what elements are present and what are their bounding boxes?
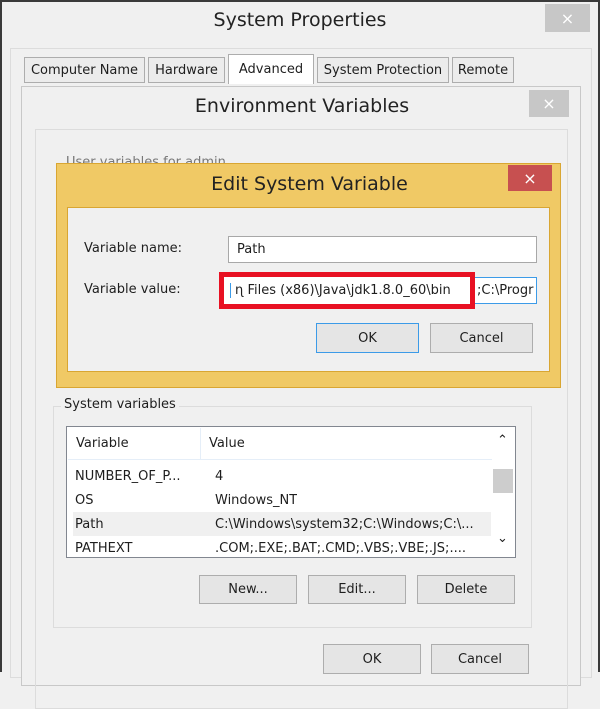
close-icon: ×: [560, 8, 575, 28]
variable-name-label: Variable name:: [84, 241, 183, 256]
highlighted-path-value[interactable]: ɳ Files (x86)\Java\jdk1.8.0_60\bin: [219, 272, 475, 309]
system-properties-close-button[interactable]: ×: [545, 4, 590, 32]
system-variables-label: System variables: [61, 397, 179, 412]
environment-variables-close-button[interactable]: ×: [529, 90, 569, 117]
edit-button[interactable]: Edit...: [308, 575, 406, 604]
scroll-down-icon[interactable]: ⌄: [497, 531, 508, 546]
edit-ok-button[interactable]: OK: [316, 323, 419, 353]
tab-computer-name[interactable]: Computer Name: [24, 57, 145, 83]
close-icon: ×: [523, 168, 537, 188]
ok-button[interactable]: OK: [323, 644, 421, 674]
delete-button[interactable]: Delete: [417, 575, 515, 604]
close-icon: ×: [542, 94, 556, 113]
environment-variables-title: Environment Variables: [194, 95, 410, 117]
new-button[interactable]: New...: [199, 575, 297, 604]
cancel-button[interactable]: Cancel: [431, 644, 529, 674]
edit-dialog-close-button[interactable]: ×: [508, 165, 552, 191]
tab-hardware[interactable]: Hardware: [148, 57, 225, 83]
system-properties-title: System Properties: [213, 9, 387, 31]
column-header-variable[interactable]: Variable: [68, 428, 201, 459]
table-row[interactable]: OS Windows_NT: [67, 488, 513, 512]
edit-system-variable-dialog: Edit System Variable × Variable name: Pa…: [56, 163, 561, 388]
list-header: Variable Value: [68, 428, 492, 460]
table-row[interactable]: PATHEXT .COM;.EXE;.BAT;.CMD;.VBS;.VBE;.JS…: [67, 536, 513, 557]
edit-dialog-title: Edit System Variable: [211, 173, 408, 195]
scrollbar-thumb[interactable]: [493, 469, 513, 493]
scrollbar[interactable]: ⌃ ⌄: [493, 427, 515, 557]
tab-advanced[interactable]: Advanced: [228, 54, 314, 84]
table-row[interactable]: NUMBER_OF_P... 4: [67, 464, 513, 488]
highlighted-value-text: ɳ Files (x86)\Java\jdk1.8.0_60\bin: [230, 283, 451, 298]
table-row-selected[interactable]: Path C:\Windows\system32;C:\Windows;C:\..…: [73, 512, 491, 536]
variable-value-label: Variable value:: [84, 282, 181, 297]
variable-value-input[interactable]: ;C:\Progr: [474, 277, 537, 304]
tab-remote[interactable]: Remote: [452, 57, 514, 83]
scroll-up-icon[interactable]: ⌃: [497, 433, 508, 448]
system-variables-list[interactable]: Variable Value NUMBER_OF_P... 4 OS Windows…: [66, 426, 516, 558]
variable-name-input[interactable]: Path: [228, 236, 537, 263]
column-header-value[interactable]: Value: [201, 428, 245, 459]
edit-dialog-body: Variable name: Path Variable value: ;C:\…: [67, 207, 550, 372]
edit-cancel-button[interactable]: Cancel: [430, 323, 533, 353]
tab-system-protection[interactable]: System Protection: [317, 57, 449, 83]
